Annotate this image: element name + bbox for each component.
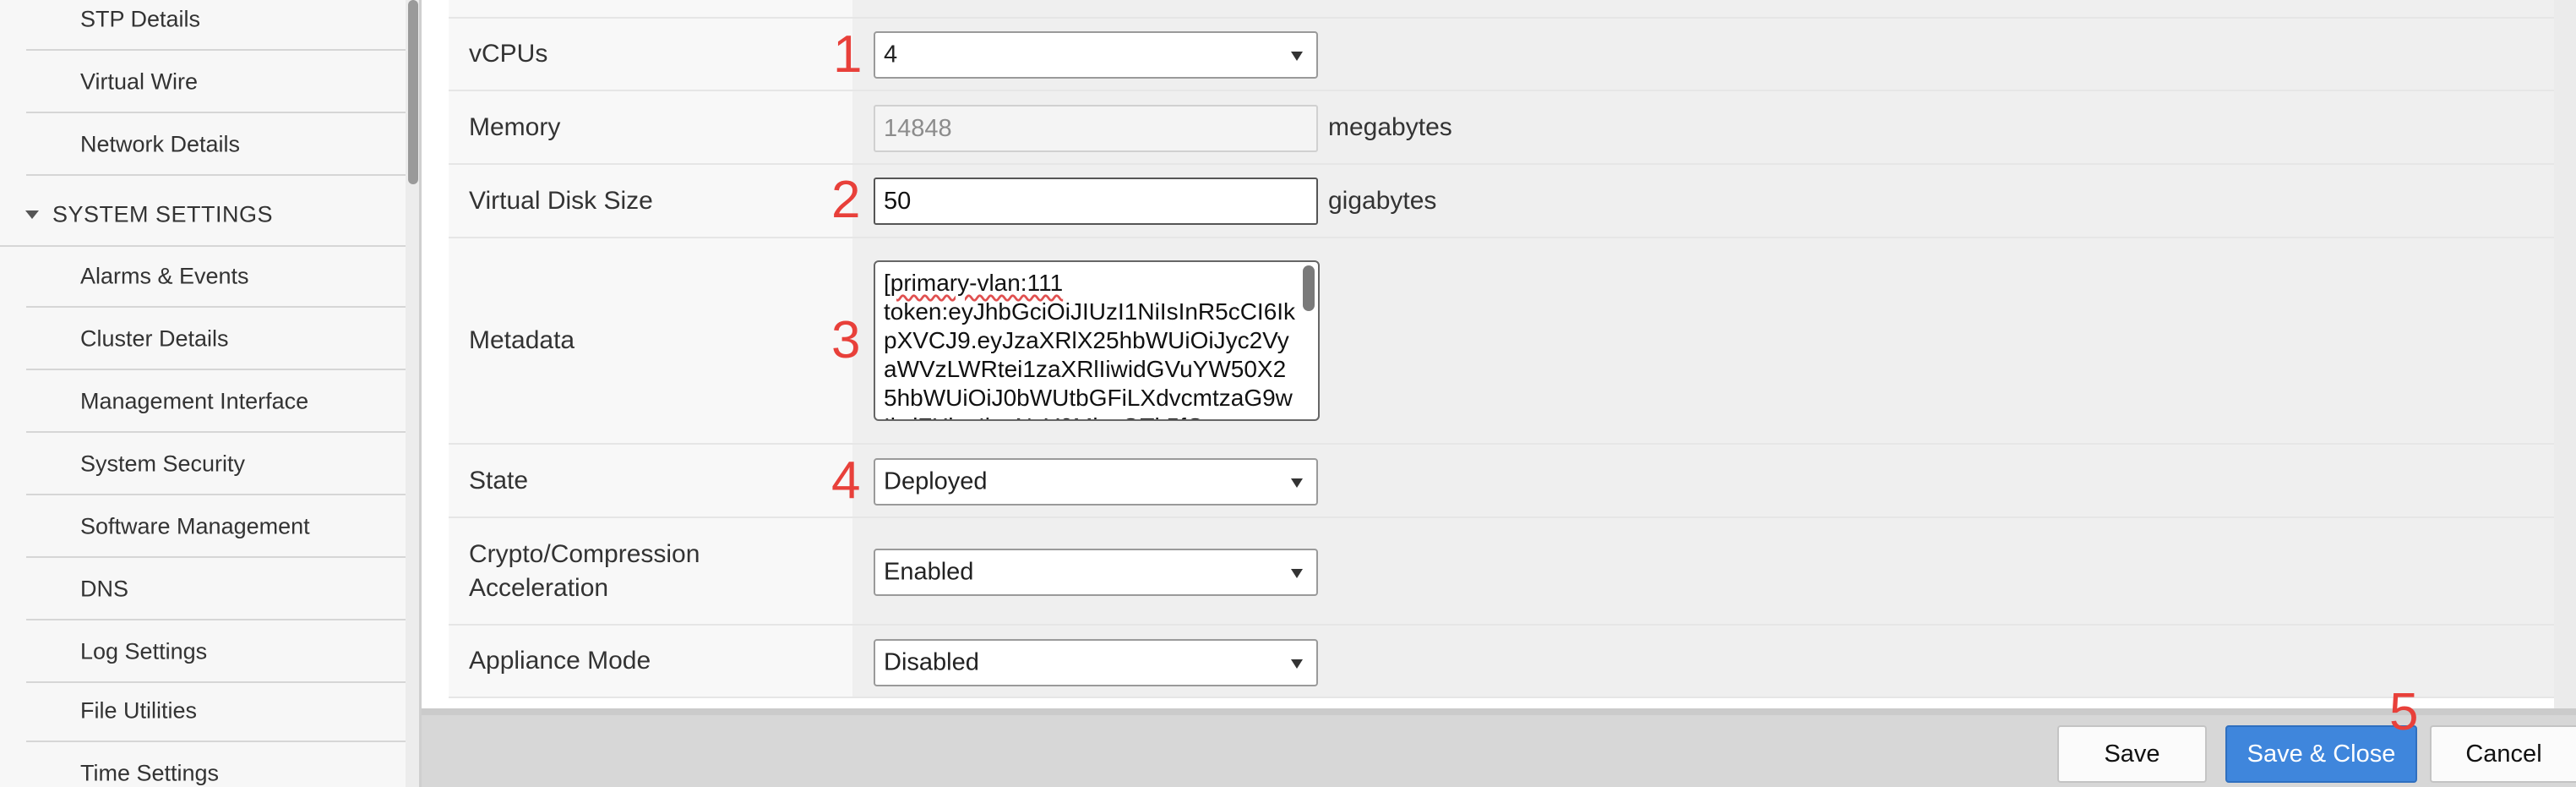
sidebar-scrollbar-thumb[interactable] [408, 0, 418, 184]
sidebar-item-label: Virtual Wire [80, 68, 199, 95]
crypto-acceleration-selected-value: Enabled [884, 558, 974, 586]
memory-label: Memory [469, 112, 561, 141]
sidebar-section-title: SYSTEM SETTINGS [52, 201, 274, 227]
annotation-marker-3: 3 [831, 311, 861, 369]
metadata-text: [primary-vlan:111 token:eyJhbGciOiJIUzI1… [884, 269, 1298, 419]
crypto-acceleration-select[interactable]: Enabled [874, 549, 1318, 596]
sidebar-item-label: Management Interface [80, 388, 309, 414]
form-row-memory: Memory [449, 91, 2554, 165]
metadata-textarea[interactable]: [primary-vlan:111 token:eyJhbGciOiJIUzI1… [874, 260, 1320, 421]
memory-input [874, 105, 1318, 152]
metadata-line-1: [primary-vlan:111 [884, 270, 1064, 296]
sidebar-item-label: Cluster Details [80, 325, 229, 352]
metadata-label: Metadata [469, 326, 575, 354]
sidebar-item-label: File Utilities [80, 697, 198, 724]
sidebar-item-dns[interactable]: DNS [26, 560, 406, 620]
annotation-marker-2: 2 [831, 171, 861, 229]
annotation-marker-5: 5 [2389, 683, 2419, 741]
state-selected-value: Deployed [884, 467, 988, 495]
form-row-crypto-acceleration: Crypto/Compression Acceleration [449, 518, 2554, 626]
sidebar-item-cluster-details[interactable]: Cluster Details [26, 309, 406, 370]
state-select[interactable]: Deployed [874, 458, 1318, 506]
sidebar-item-label: Software Management [80, 513, 310, 539]
annotation-marker-1: 1 [833, 25, 863, 84]
memory-unit: megabytes [1328, 113, 1452, 141]
appliance-mode-selected-value: Disabled [884, 648, 979, 676]
vcpus-label: vCPUs [469, 40, 548, 68]
appliance-mode-select[interactable]: Disabled [874, 639, 1318, 686]
sidebar-item-alarms-events[interactable]: Alarms & Events [26, 247, 406, 308]
form-row-vcpus: vCPUs [449, 19, 2554, 91]
sidebar-item-label: Log Settings [80, 638, 208, 664]
virtual-disk-size-input[interactable] [874, 178, 1318, 225]
appliance-mode-label: Appliance Mode [469, 647, 651, 675]
metadata-line-rest: token:eyJhbGciOiJIUzI1NiIsInR5cCI6IkpXVC… [884, 298, 1296, 419]
crypto-acceleration-label: Crypto/Compression Acceleration [469, 539, 700, 602]
annotation-marker-4: 4 [831, 451, 861, 510]
panel-right-edge [2554, 0, 2576, 708]
virtual-disk-size-unit: gigabytes [1328, 187, 1437, 215]
vcpus-selected-value: 4 [884, 41, 898, 68]
metadata-scrollbar-thumb[interactable] [1303, 265, 1315, 311]
save-close-button[interactable]: Save & Close [2225, 725, 2417, 783]
sidebar-item-stp-details[interactable]: STP Details [26, 0, 406, 51]
dropdown-arrow-icon [1291, 478, 1303, 488]
sidebar-item-log-settings[interactable]: Log Settings [26, 622, 406, 683]
dropdown-arrow-icon [1291, 569, 1303, 578]
sidebar: STP Details Virtual Wire Network Details… [0, 0, 419, 787]
form-row-appliance-mode: Appliance Mode [449, 626, 2554, 698]
dropdown-arrow-icon [1291, 659, 1303, 669]
sidebar-item-label: System Security [80, 451, 246, 477]
sidebar-item-label: Network Details [80, 131, 241, 157]
state-label: State [469, 466, 529, 495]
sidebar-section-system-settings[interactable]: SYSTEM SETTINGS [0, 184, 406, 247]
caret-down-icon [25, 210, 39, 219]
sidebar-item-software-management[interactable]: Software Management [26, 497, 406, 558]
sidebar-item-virtual-wire[interactable]: Virtual Wire [26, 52, 406, 113]
vcpus-select[interactable]: 4 [874, 31, 1318, 79]
sidebar-item-label: STP Details [80, 6, 201, 32]
virtual-disk-size-label: Virtual Disk Size [469, 186, 653, 215]
sidebar-item-system-security[interactable]: System Security [26, 434, 406, 495]
sidebar-item-network-details[interactable]: Network Details [26, 115, 406, 176]
sidebar-item-label: DNS [80, 576, 129, 602]
form-row-metadata: Metadata [449, 238, 2554, 445]
dropdown-arrow-icon [1291, 52, 1303, 61]
cancel-button[interactable]: Cancel [2430, 725, 2576, 783]
form-row-virtual-disk-size: Virtual Disk Size [449, 165, 2554, 238]
sidebar-item-label: Time Settings [80, 760, 220, 786]
save-button[interactable]: Save [2057, 725, 2207, 783]
sidebar-item-label: Alarms & Events [80, 263, 249, 289]
sidebar-item-time-settings[interactable]: Time Settings [26, 744, 406, 787]
form-row-previous [449, 0, 2554, 19]
form-row-state: State [449, 445, 2554, 518]
sidebar-item-file-utilities[interactable]: File Utilities [26, 681, 406, 742]
sidebar-item-management-interface[interactable]: Management Interface [26, 372, 406, 433]
